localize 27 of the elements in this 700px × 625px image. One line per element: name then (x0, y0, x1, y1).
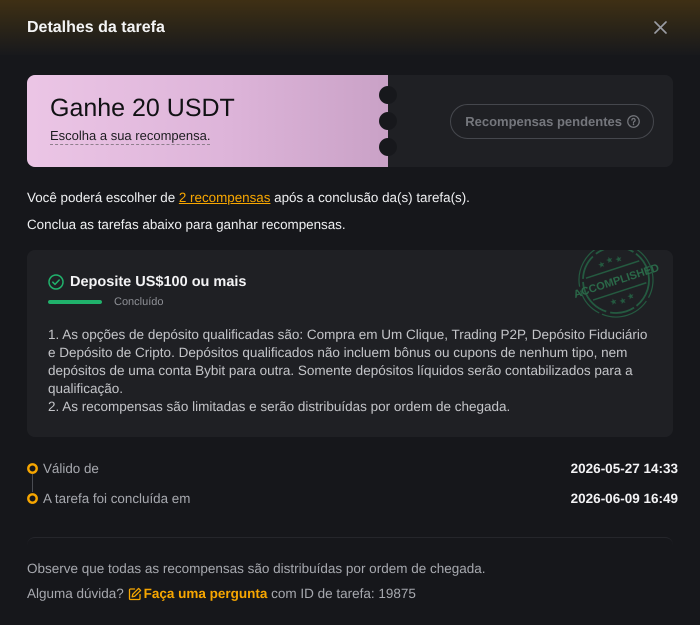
timeline-label: Válido de (43, 460, 100, 476)
task-title: Deposite US$100 ou mais (70, 273, 246, 292)
rule-text: 1. As opções de depósito qualificadas são: Compra em Um Clique, Trading P2P, Depósito Fiduciário e Depósito de Cripto. Depósitos qualificados não incluem bônus ou cupons de nenhum tipo, nem depósitos de uma conta Bybit para outra. Somente depósitos líquidos serão contabilizados para a qualificação. (48, 326, 648, 398)
status-label: Concluído (114, 295, 164, 309)
instruction-text: Conclua as tarefas abaixo para ganhar recompensas. (27, 216, 347, 234)
rule-text: 2. As recompensas são limitadas e serão distribuídas por ordem de chegada. (48, 398, 512, 416)
ticket-notch (379, 86, 397, 104)
intro-text: Você poderá escolher de 2 recompensas após a conclusão da(s) tarefa(s). (27, 189, 471, 207)
timeline-dot-icon (27, 492, 38, 504)
timeline-value: 2026-05-27 14:33 (570, 460, 678, 476)
help-icon (627, 114, 640, 128)
rewards-link[interactable]: 2 recompensas (178, 190, 270, 205)
close-icon (654, 21, 667, 34)
ticket-notch (379, 112, 397, 130)
dialog-title: Detalhes da tarefa (27, 18, 165, 38)
timeline-label: A tarefa foi concluída em (43, 490, 192, 506)
timeline-value: 2026-06-09 16:49 (570, 490, 678, 506)
reward-title: Ganhe 20 USDT (50, 94, 236, 122)
timeline-dot-icon (27, 462, 38, 474)
ask-question-link[interactable]: Faça uma pergunta (128, 585, 268, 603)
timeline-line (32, 474, 33, 492)
edit-icon (128, 587, 142, 601)
reward-subtitle: Escolha a sua recompensa. (50, 128, 210, 145)
footer-note: Observe que todas as recompensas são distribuídas por ordem de chegada. (27, 560, 487, 578)
question-note: Alguma dúvida? Faça uma pergunta com ID de tarefa: 19875 (27, 585, 417, 603)
ticket-notch (379, 138, 397, 156)
pending-rewards-button[interactable]: Recompensas pendentes (450, 104, 654, 138)
